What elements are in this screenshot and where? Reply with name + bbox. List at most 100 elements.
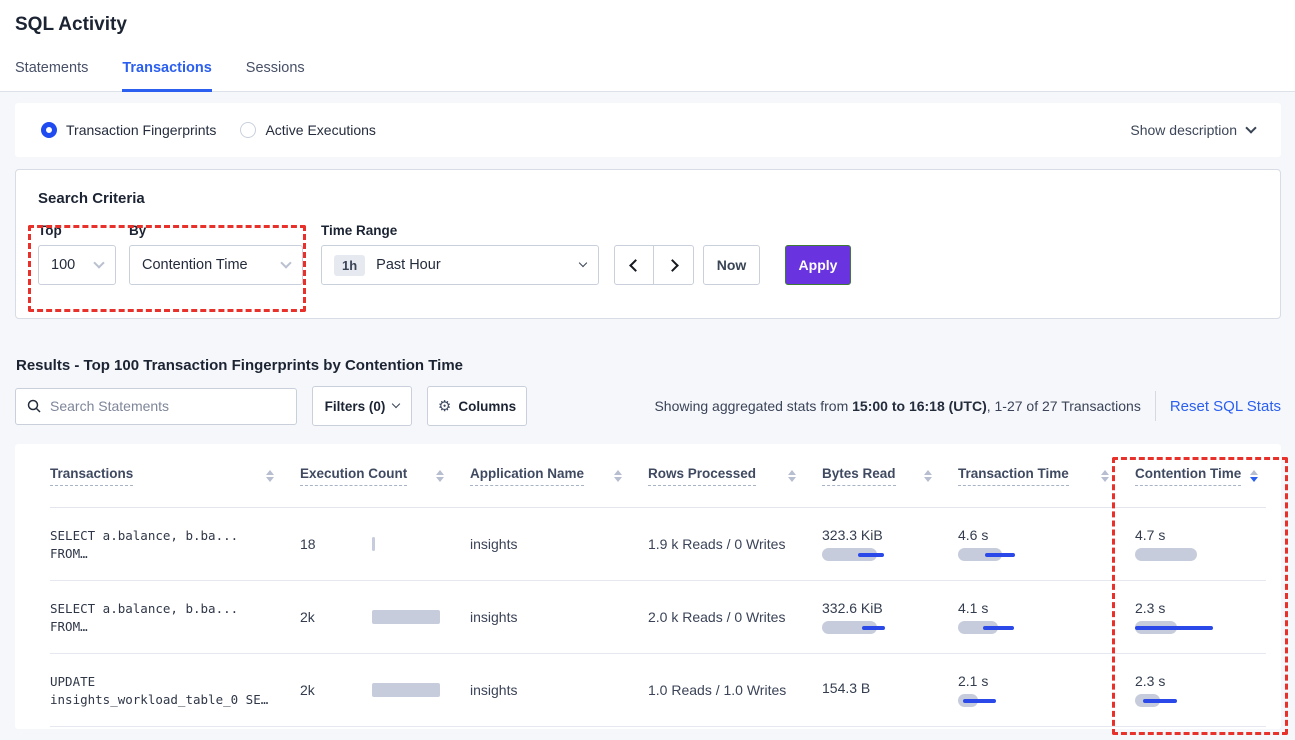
- stats-suffix: , 1-27 of 27 Transactions: [987, 398, 1141, 414]
- tab-transactions[interactable]: Transactions: [122, 60, 211, 92]
- sort-asc-arrow: [924, 470, 932, 475]
- show-description-toggle[interactable]: Show description: [1130, 122, 1255, 138]
- filters-label: Filters (0): [325, 399, 386, 414]
- top-field: Top 100: [38, 223, 116, 285]
- radio-label: Active Executions: [265, 122, 376, 138]
- column-header-rows-processed[interactable]: Rows Processed: [648, 466, 822, 486]
- search-criteria-row: Top 100 By Contention Time Time Range: [38, 223, 1258, 285]
- bar-blue-line: [1135, 626, 1213, 630]
- previous-time-button[interactable]: [615, 246, 654, 284]
- chevron-down-icon: [392, 400, 400, 408]
- transaction-fingerprint-link[interactable]: SELECT a.balance, b.ba...FROM…: [50, 581, 300, 653]
- application-name-cell: insights: [470, 508, 648, 580]
- search-statements-input[interactable]: [50, 398, 285, 414]
- top-select[interactable]: 100: [38, 245, 116, 285]
- execution-count-value: 2k: [300, 609, 315, 625]
- table-body: SELECT a.balance, b.ba...FROM…18insights…: [50, 508, 1266, 727]
- column-header-label: Execution Count: [300, 466, 407, 486]
- radio-unselected-icon: [240, 122, 256, 138]
- now-button[interactable]: Now: [703, 245, 760, 285]
- stats-time-range: 15:00 to 16:18 (UTC): [852, 398, 987, 414]
- chevron-left-icon: [629, 259, 642, 272]
- table-row[interactable]: SELECT a.balance, b.ba...FROM…18 insights…: [50, 508, 1266, 581]
- results-toolbar: Filters (0) ⚙ Columns Showing aggregated…: [15, 386, 1281, 426]
- bar-blue-line: [983, 626, 1014, 630]
- bar-gray-segment: [1135, 548, 1197, 561]
- column-header-label: Transactions: [50, 466, 133, 486]
- time-range-value: Past Hour: [376, 257, 440, 273]
- sort-icon[interactable]: [614, 470, 622, 482]
- sort-desc-arrow: [436, 477, 444, 482]
- tab-bar: Statements Transactions Sessions: [0, 60, 1295, 92]
- transaction-time-cell-value: 4.6 s: [958, 527, 988, 543]
- vertical-divider: [1155, 391, 1156, 421]
- contention-time-cell: 2.3 s: [1135, 654, 1266, 726]
- execution-count-value: 2k: [300, 682, 315, 698]
- column-header-contention-time[interactable]: Contention Time: [1135, 466, 1266, 486]
- bar-blue-line: [862, 626, 885, 630]
- transaction-time-cell-value: 4.1 s: [958, 600, 988, 616]
- sort-icon[interactable]: [1101, 470, 1109, 482]
- column-header-label: Bytes Read: [822, 466, 896, 486]
- table-row[interactable]: UPDATEinsights_workload_table_0 SE…2k ins…: [50, 654, 1266, 727]
- by-label: By: [129, 223, 303, 238]
- by-select[interactable]: Contention Time: [129, 245, 303, 285]
- filters-button[interactable]: Filters (0): [312, 386, 412, 426]
- contention-time-cell: 2.3 s: [1135, 581, 1266, 653]
- chevron-down-icon: [93, 257, 104, 268]
- sort-asc-arrow: [436, 470, 444, 475]
- column-header-application-name[interactable]: Application Name: [470, 466, 648, 486]
- column-header-label: Transaction Time: [958, 466, 1069, 486]
- sort-icon[interactable]: [924, 470, 932, 482]
- reset-sql-stats-link[interactable]: Reset SQL Stats: [1170, 398, 1281, 415]
- radio-selected-icon: [41, 122, 57, 138]
- sort-asc-arrow: [614, 470, 622, 475]
- sort-asc-arrow: [266, 470, 274, 475]
- execution-count-cell: 2k: [300, 654, 470, 726]
- bar-gray-segment: [372, 537, 375, 551]
- sql-text: SELECT a.balance, b.ba...: [50, 601, 238, 616]
- columns-button[interactable]: ⚙ Columns: [427, 386, 527, 426]
- sort-icon[interactable]: [436, 470, 444, 482]
- by-select-value: Contention Time: [142, 257, 248, 273]
- transaction-time-cell: 2.1 s: [958, 654, 1135, 726]
- gear-icon: ⚙: [438, 397, 451, 415]
- contention-time-cell-value: 2.3 s: [1135, 673, 1165, 689]
- column-header-execution-count[interactable]: Execution Count: [300, 466, 470, 486]
- table-row[interactable]: SELECT a.balance, b.ba...FROM…2k insights…: [50, 581, 1266, 654]
- contention-time-cell-value: 4.7 s: [1135, 527, 1165, 543]
- search-criteria-heading: Search Criteria: [38, 190, 1258, 207]
- sort-icon[interactable]: [788, 470, 796, 482]
- column-header-label: Application Name: [470, 466, 584, 486]
- chevron-down-icon: [1245, 122, 1256, 133]
- next-time-button[interactable]: [654, 246, 693, 284]
- radio-active-executions[interactable]: Active Executions: [240, 122, 376, 138]
- sort-icon[interactable]: [1250, 470, 1258, 482]
- apply-button[interactable]: Apply: [785, 245, 851, 285]
- tab-sessions[interactable]: Sessions: [246, 60, 305, 91]
- time-range-field: Time Range 1h Past Hour: [321, 223, 599, 285]
- tab-statements[interactable]: Statements: [15, 60, 88, 91]
- time-range-select[interactable]: 1h Past Hour: [321, 245, 599, 285]
- sort-asc-arrow: [1101, 470, 1109, 475]
- radio-transaction-fingerprints[interactable]: Transaction Fingerprints: [41, 122, 216, 138]
- column-header-transaction-time[interactable]: Transaction Time: [958, 466, 1135, 486]
- top-select-value: 100: [51, 257, 75, 273]
- execution-count-value: 18: [300, 536, 316, 552]
- sort-desc-arrow: [1101, 477, 1109, 482]
- view-mode-bar: Transaction Fingerprints Active Executio…: [15, 103, 1281, 157]
- transactions-table: Transactions Execution Count Application N…: [15, 444, 1281, 729]
- transaction-fingerprint-link[interactable]: SELECT a.balance, b.ba...FROM…: [50, 508, 300, 580]
- sort-icon[interactable]: [266, 470, 274, 482]
- transaction-time-cell: 4.1 s: [958, 581, 1135, 653]
- sql-text: insights_workload_table_0 SE…: [50, 692, 268, 707]
- bar-blue-line: [1143, 699, 1177, 703]
- bar-blue-line: [985, 553, 1015, 557]
- column-header-bytes-read[interactable]: Bytes Read: [822, 466, 958, 486]
- time-range-label: Time Range: [321, 223, 599, 238]
- application-name-cell: insights: [470, 581, 648, 653]
- sort-asc-arrow: [1250, 470, 1258, 475]
- column-header-transactions[interactable]: Transactions: [50, 466, 300, 486]
- transaction-fingerprint-link[interactable]: UPDATEinsights_workload_table_0 SE…: [50, 654, 300, 726]
- sort-desc-arrow: [788, 477, 796, 482]
